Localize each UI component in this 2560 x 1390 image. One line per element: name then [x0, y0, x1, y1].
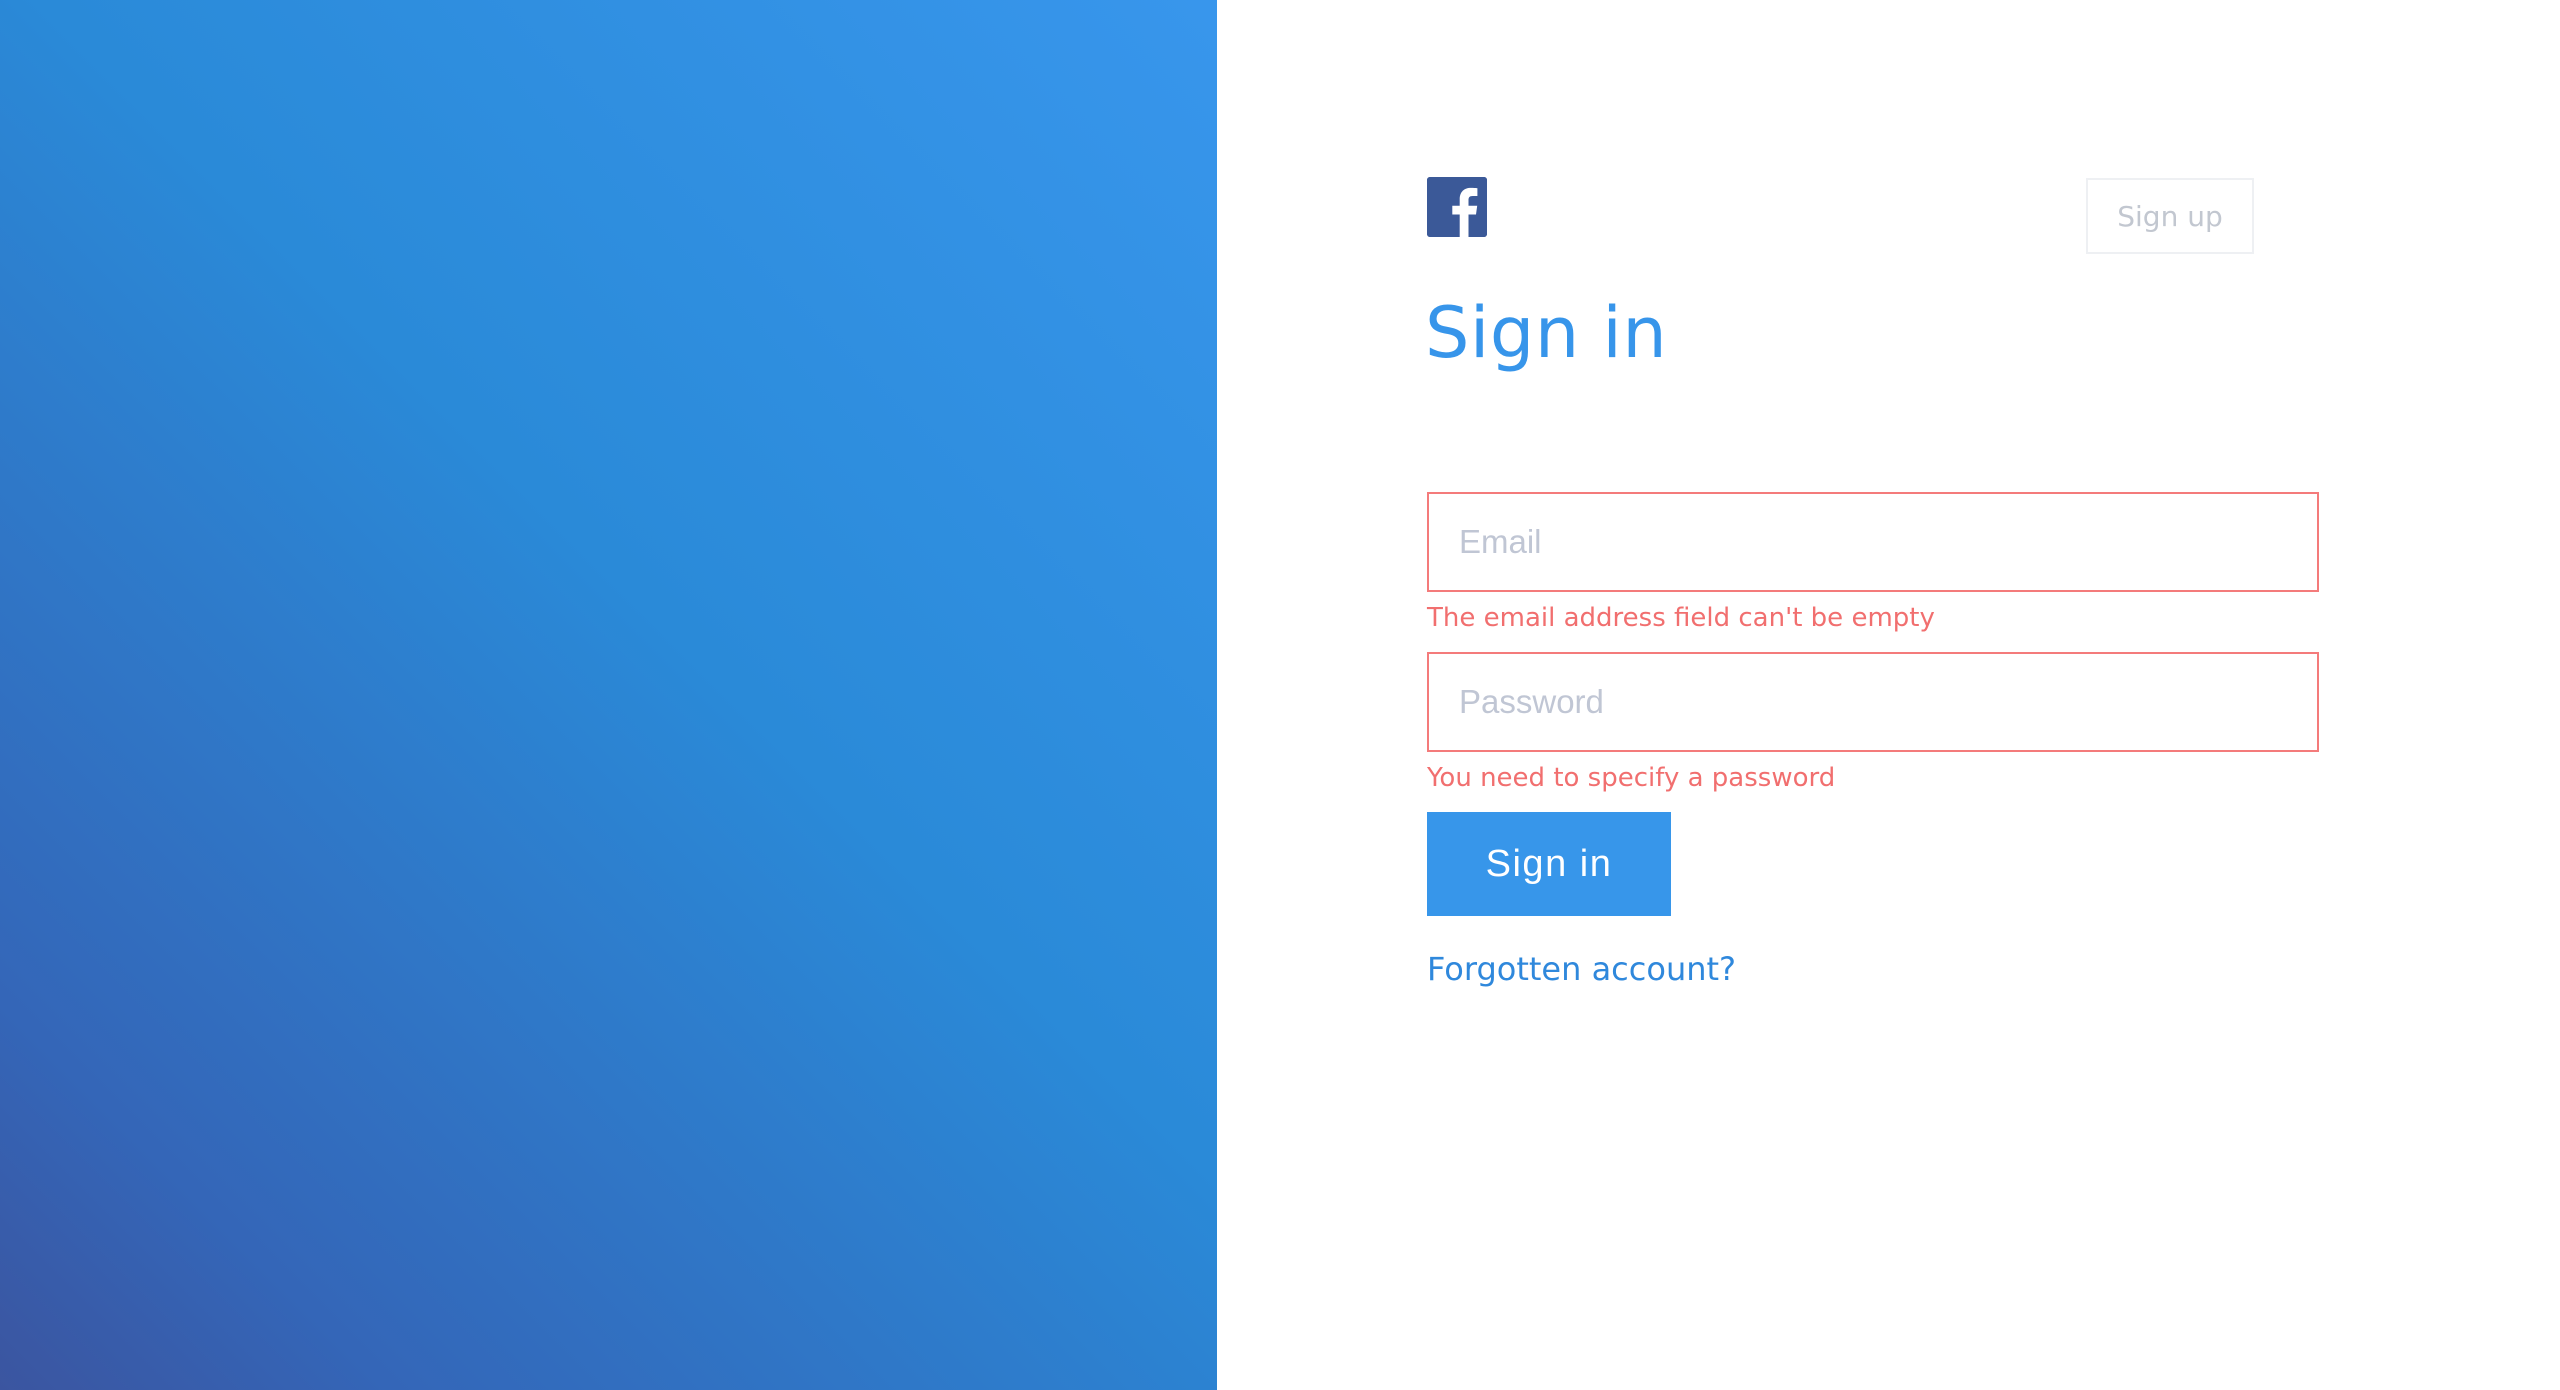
signup-button[interactable]: Sign up [2086, 178, 2254, 254]
facebook-icon [1427, 177, 1487, 237]
password-error-message: You need to specify a password [1427, 763, 1836, 793]
email-field[interactable] [1427, 492, 2319, 592]
signin-button[interactable]: Sign in [1427, 812, 1671, 916]
forgotten-account-link[interactable]: Forgotten account? [1427, 950, 1736, 988]
page: Sign up Sign in The email address field … [0, 0, 2560, 1390]
page-title: Sign in [1425, 292, 1668, 374]
email-error-message: The email address field can't be empty [1427, 603, 1935, 633]
password-field[interactable] [1427, 652, 2319, 752]
hero-gradient-panel [0, 0, 1217, 1390]
